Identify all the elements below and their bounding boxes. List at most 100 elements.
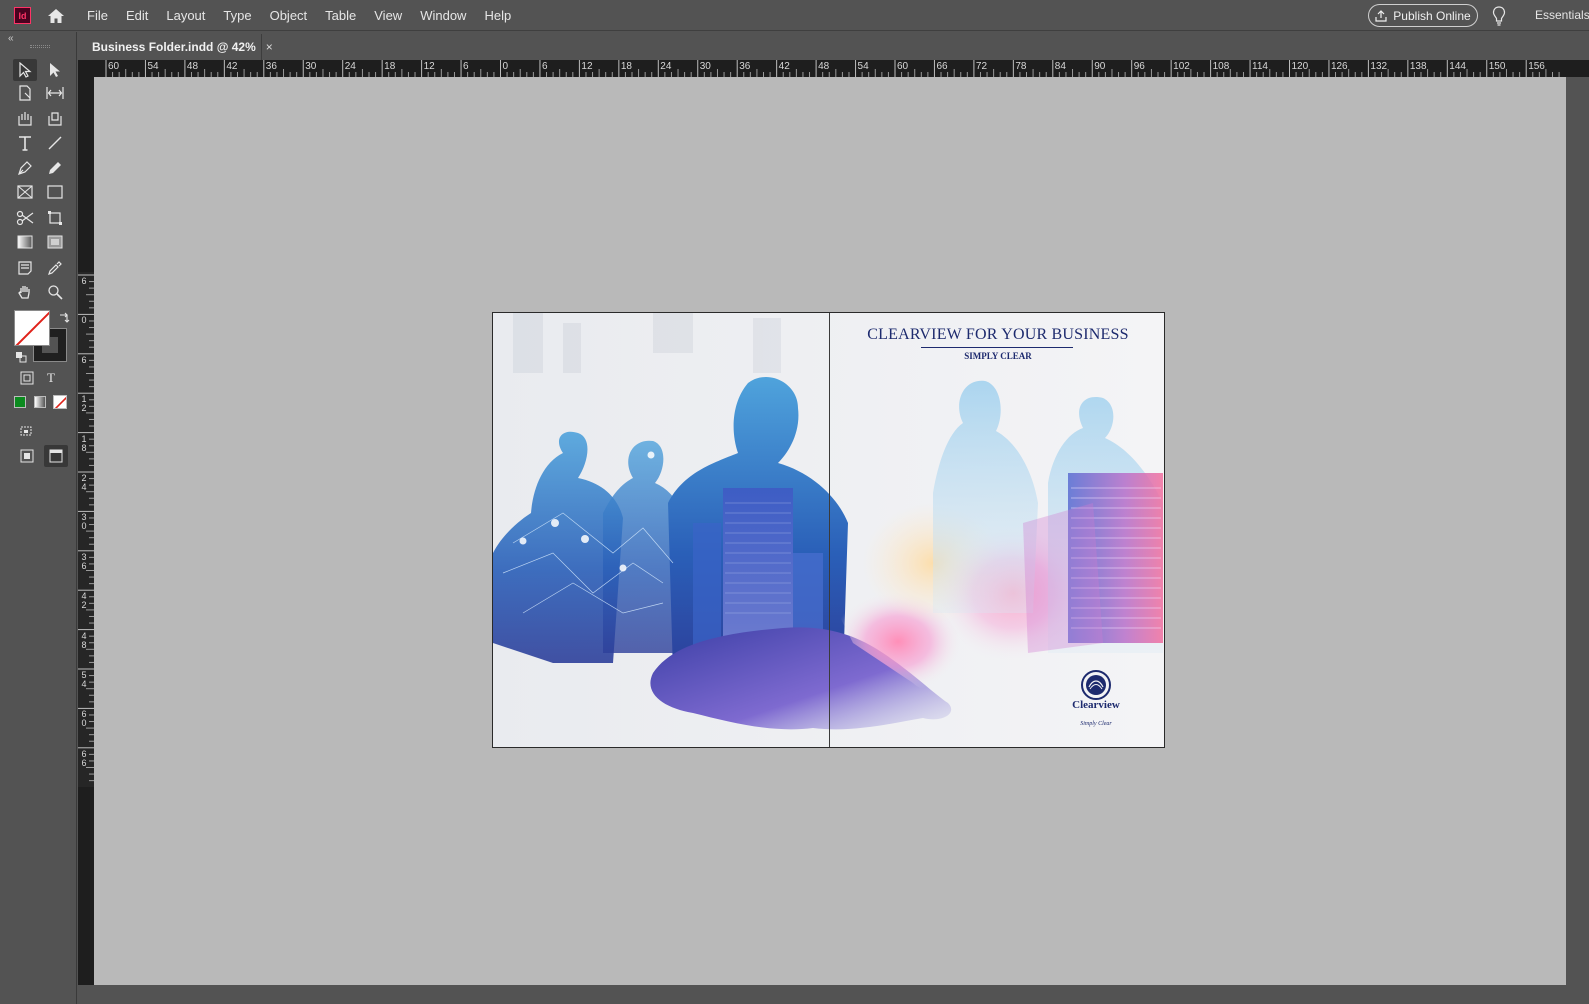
swap-fill-stroke-icon[interactable] [57, 311, 71, 325]
ruler-tick-label: 42 [226, 61, 238, 72]
menu-layout[interactable]: Layout [157, 0, 214, 31]
menu-bar: Id File Edit Layout Type Object Table Vi… [0, 0, 1589, 31]
ruler-tick-label: 54 [147, 61, 159, 72]
main-menu: File Edit Layout Type Object Table View … [78, 0, 520, 31]
ruler-tick-label: 12 [581, 61, 593, 72]
menu-view[interactable]: View [365, 0, 411, 31]
ruler-tick-label: 48 [81, 630, 87, 650]
indesign-window: Id File Edit Layout Type Object Table Vi… [0, 0, 1589, 1004]
content-collector-icon[interactable] [13, 107, 37, 129]
apply-color-icon[interactable] [14, 396, 26, 408]
menu-file[interactable]: File [78, 0, 117, 31]
screen-mode-icon[interactable] [44, 445, 68, 467]
ruler-origin[interactable] [78, 60, 94, 77]
headline-rule [921, 347, 1073, 348]
ruler-tick-label: 78 [1015, 61, 1027, 72]
document-tab[interactable]: Business Folder.indd @ 42% × [78, 34, 273, 60]
ruler-tick-label: 138 [1409, 61, 1427, 72]
ruler-tick-label: 6 [81, 276, 87, 286]
line-tool-icon[interactable] [43, 132, 67, 154]
ruler-tick-label: 102 [1173, 61, 1190, 72]
pencil-tool-icon[interactable] [43, 157, 67, 179]
menu-type[interactable]: Type [214, 0, 260, 31]
vertical-scrollbar[interactable] [1566, 77, 1589, 992]
ruler-tick-label: 18 [620, 61, 632, 72]
note-tool-icon[interactable] [13, 257, 37, 279]
close-tab-icon[interactable]: × [266, 40, 273, 54]
ruler-tick-label: 156 [1528, 61, 1545, 72]
pen-tool-icon[interactable] [13, 157, 37, 179]
ruler-tick-label: 30 [81, 512, 87, 532]
formatting-container-icon[interactable] [16, 368, 38, 388]
ruler-tick-label: 18 [81, 433, 87, 453]
ruler-tick-label: 42 [778, 61, 790, 72]
tools-panel: « T [0, 32, 77, 1004]
horizontal-ruler[interactable]: 60 54 48 42 36 30 24 18 12 6 0 6 12 18 24 30 36 42 48 54 60 6… [94, 60, 1589, 77]
scissors-tool-icon[interactable] [13, 207, 37, 229]
apply-none-icon[interactable] [53, 395, 67, 409]
default-fill-stroke-icon[interactable] [15, 350, 27, 363]
menu-help[interactable]: Help [475, 0, 520, 31]
menu-edit[interactable]: Edit [117, 0, 157, 31]
apply-gradient-icon[interactable] [34, 396, 46, 408]
ruler-tick-label: 12 [423, 61, 435, 72]
formatting-text-icon[interactable]: T [40, 368, 62, 388]
publish-online-button[interactable]: Publish Online [1368, 4, 1478, 27]
gap-tool-icon[interactable] [43, 82, 67, 104]
document-tab-bar: Business Folder.indd @ 42% × [78, 32, 1589, 60]
cover-subheadline[interactable]: SIMPLY CLEAR [843, 351, 1153, 361]
normal-view-mode-icon[interactable] [15, 445, 39, 467]
pasteboard[interactable]: CLEARVIEW FOR YOUR BUSINESS SIMPLY CLEAR… [94, 77, 1566, 992]
ruler-tick-label: 150 [1488, 61, 1506, 72]
ruler-tick-label: 120 [1291, 61, 1309, 72]
ruler-tick-label: 60 [81, 709, 87, 729]
fill-swatch-none[interactable] [14, 310, 50, 346]
type-tool-icon[interactable] [13, 132, 37, 154]
app-logo-icon[interactable]: Id [14, 7, 31, 24]
share-icon [1375, 9, 1387, 22]
lightbulb-icon[interactable] [1489, 5, 1509, 27]
menu-object[interactable]: Object [261, 0, 317, 31]
content-placer-icon[interactable] [43, 107, 67, 129]
ruler-tick-label: 42 [81, 591, 87, 611]
eyedropper-tool-icon[interactable] [43, 257, 67, 279]
ruler-tick-label: 0 [502, 61, 509, 72]
ruler-tick-label: 84 [1054, 61, 1066, 72]
document-tab-title: Business Folder.indd @ 42% [92, 40, 256, 54]
rectangle-tool-icon[interactable] [43, 181, 67, 203]
ruler-tick-label: 12 [81, 394, 87, 414]
status-bar [78, 985, 1589, 1004]
cover-headline[interactable]: CLEARVIEW FOR YOUR BUSINESS [843, 326, 1153, 344]
ruler-tick-label: 96 [1133, 61, 1145, 72]
ruler-tick-label: 60 [897, 61, 909, 72]
workspace-switcher[interactable]: Essentials [1535, 0, 1589, 31]
brand-logo[interactable]: Clearview Simply Clear [1063, 671, 1129, 735]
menu-window[interactable]: Window [411, 0, 475, 31]
zoom-tool-icon[interactable] [43, 281, 67, 303]
document-spread[interactable]: CLEARVIEW FOR YOUR BUSINESS SIMPLY CLEAR… [492, 312, 1165, 748]
ruler-tick-label: 6 [81, 354, 87, 365]
direct-selection-tool-icon[interactable] [43, 59, 67, 81]
brand-name: Clearview [1072, 699, 1120, 711]
rectangle-frame-tool-icon[interactable] [13, 181, 37, 203]
page-tool-icon[interactable] [13, 82, 37, 104]
gradient-feather-tool-icon[interactable] [43, 231, 67, 253]
ruler-tick-label: 36 [265, 61, 277, 72]
ruler-tick-label: 6 [541, 61, 548, 72]
home-icon[interactable] [45, 5, 67, 27]
free-transform-tool-icon[interactable] [43, 207, 67, 229]
spread-spine [829, 313, 830, 747]
vertical-ruler[interactable]: 60612182430364248546066 [78, 77, 94, 992]
panel-grip[interactable] [30, 45, 50, 48]
ruler-tick-label: 144 [1449, 61, 1466, 72]
collapse-panel-icon[interactable]: « [8, 33, 14, 44]
hand-tool-icon[interactable] [13, 281, 37, 303]
selection-tool-icon[interactable] [13, 59, 37, 81]
ruler-tick-label: 114 [1252, 61, 1268, 72]
menu-table[interactable]: Table [316, 0, 365, 31]
gradient-swatch-tool-icon[interactable] [13, 231, 37, 253]
ruler-tick-label: 24 [344, 61, 356, 72]
edit-in-place-icon[interactable] [15, 420, 39, 442]
ruler-tick-label: 30 [305, 61, 317, 72]
ruler-tick-label: 18 [384, 61, 396, 72]
